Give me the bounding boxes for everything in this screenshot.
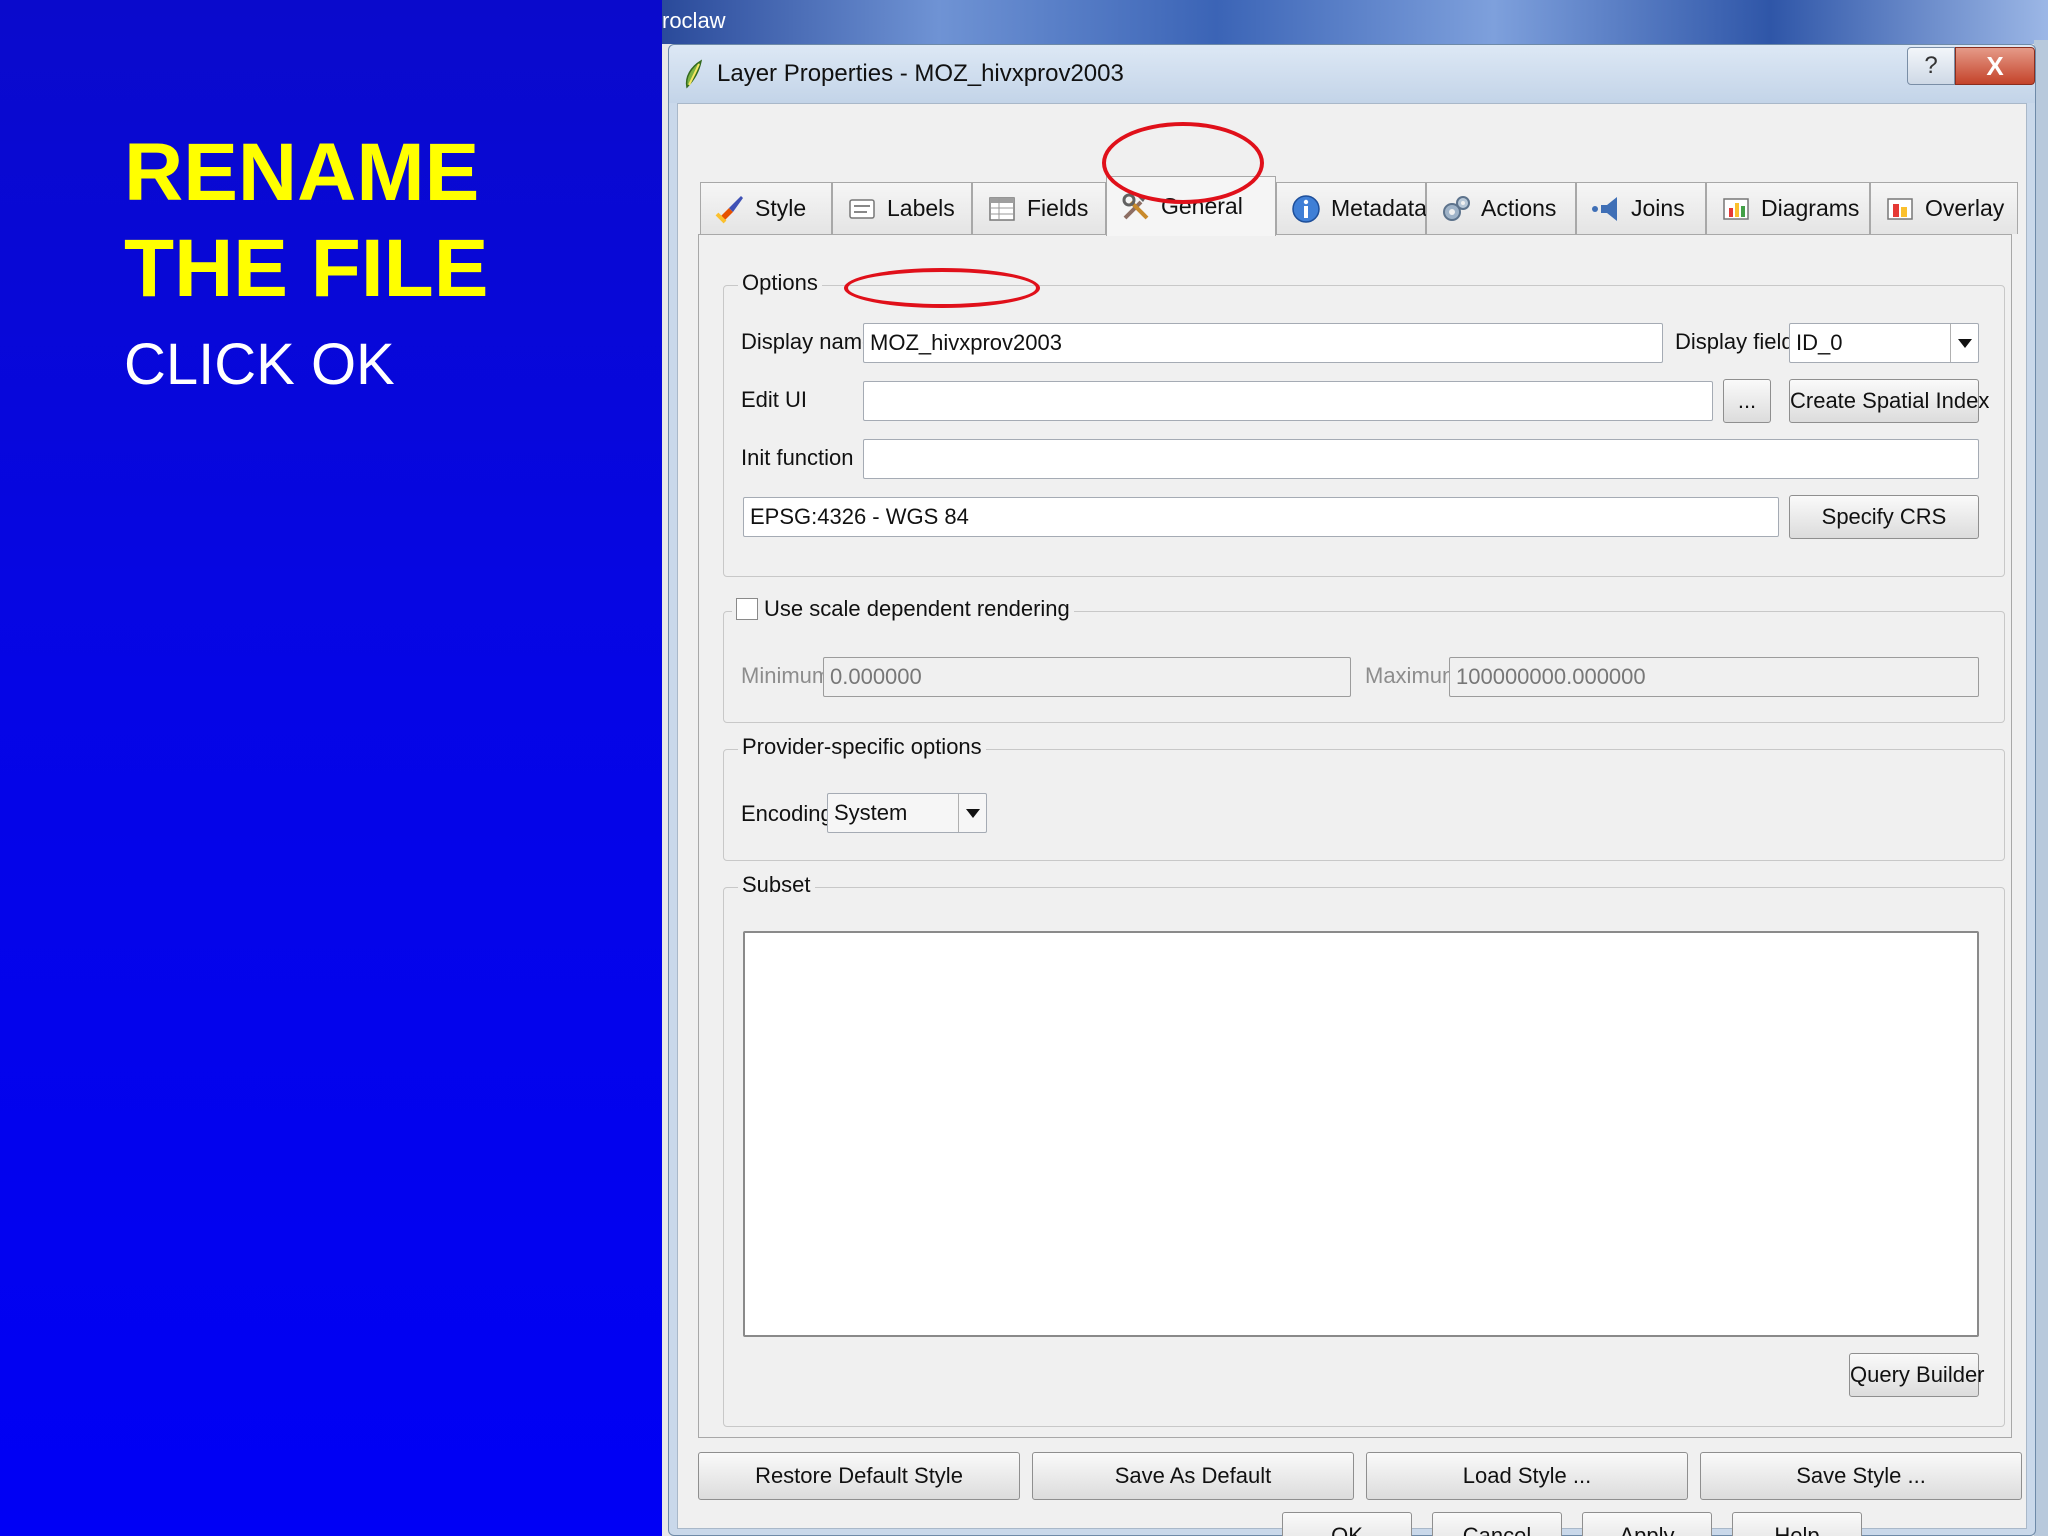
diagram-icon (1723, 197, 1749, 220)
tab-labels[interactable]: Labels (832, 182, 972, 234)
display-field-label: Display field (1675, 329, 1794, 354)
speaker-icon (1592, 196, 1617, 221)
tab-label: General (1161, 193, 1243, 219)
tools-icon (1122, 193, 1149, 219)
ok-button[interactable]: OK (1282, 1512, 1412, 1536)
tab-label: Metadata (1331, 195, 1427, 221)
save-style-button[interactable]: Save Style ... (1700, 1452, 2022, 1500)
scale-checkbox[interactable] (736, 598, 758, 620)
tab-label: Joins (1631, 195, 1685, 221)
save-as-default-button[interactable]: Save As Default (1032, 1452, 1354, 1500)
maximum-scale-input[interactable]: 100000000.000000 (1449, 657, 1979, 697)
background-app-title: roclaw (662, 8, 726, 33)
slide-subtitle: CLICK OK (124, 332, 395, 397)
cancel-button[interactable]: Cancel (1432, 1512, 1562, 1536)
tab-actions[interactable]: Actions (1426, 182, 1576, 234)
load-style-button[interactable]: Load Style ... (1366, 1452, 1688, 1500)
encoding-label: Encoding (741, 801, 833, 826)
tab-label: Fields (1027, 195, 1089, 221)
overlay-icon (1887, 197, 1913, 220)
create-spatial-index-button[interactable]: Create Spatial Index (1789, 379, 1989, 423)
tab-overlay[interactable]: Overlay (1870, 182, 2018, 234)
subset-group-title: Subset (738, 872, 815, 898)
tab-label: Overlay (1925, 195, 2005, 221)
dialog-title: Layer Properties - MOZ_hivxprov2003 (717, 60, 1124, 87)
init-function-input[interactable] (863, 439, 1979, 479)
provider-group-title: Provider-specific options (738, 734, 986, 760)
display-name-label: Display name (741, 329, 875, 354)
dialog-client: Style Labels Fields General Metadata Act… (677, 103, 2027, 1536)
tab-joins[interactable]: Joins (1576, 182, 1706, 234)
minimum-label: Minimum (741, 663, 831, 688)
tab-style[interactable]: Style (700, 182, 832, 234)
background-window-titlebar: roclaw (662, 0, 2048, 44)
chevron-down-icon[interactable] (1950, 324, 1978, 362)
gears-icon (1443, 195, 1470, 221)
close-button[interactable]: X (1955, 47, 2035, 85)
general-tab-panel: Options Display name MOZ_hivxprov2003 Di… (698, 234, 2012, 1438)
tab-general[interactable]: General (1106, 176, 1276, 236)
specify-crs-button[interactable]: Specify CRS (1789, 495, 1979, 539)
display-field-select[interactable]: ID_0 (1789, 323, 1979, 363)
subset-query-textarea[interactable] (743, 931, 1979, 1337)
tab-label: Style (755, 195, 807, 221)
options-group-title: Options (738, 270, 822, 296)
query-builder-button[interactable]: Query Builder (1849, 1353, 1985, 1397)
info-icon (1292, 194, 1320, 223)
chevron-down-icon[interactable] (958, 794, 986, 832)
scale-checkbox-label[interactable]: Use scale dependent rendering (764, 596, 1070, 622)
edit-ui-label: Edit UI (741, 387, 808, 412)
scale-group-title: Use scale dependent rendering (732, 596, 1074, 622)
help-button[interactable]: Help (1732, 1512, 1862, 1536)
tab-label: Actions (1481, 195, 1557, 221)
init-function-label: Init function (741, 445, 854, 470)
crs-display: EPSG:4326 - WGS 84 (743, 497, 1779, 537)
browse-button[interactable]: ... (1723, 379, 1771, 423)
slide-title: RENAME THE FILE (124, 127, 489, 314)
background-window-edge (2034, 40, 2048, 1536)
tab-diagrams[interactable]: Diagrams (1706, 182, 1870, 234)
display-name-input[interactable]: MOZ_hivxprov2003 (863, 323, 1663, 363)
tab-metadata[interactable]: Metadata (1276, 182, 1427, 234)
tab-fields[interactable]: Fields (972, 182, 1106, 234)
maximum-label: Maximum (1365, 663, 1461, 688)
layer-properties-dialog: Layer Properties - MOZ_hivxprov2003 ? X … (668, 44, 2036, 1536)
encoding-value: System (834, 800, 908, 825)
minimum-scale-input[interactable]: 0.000000 (823, 657, 1351, 697)
help-title-button[interactable]: ? (1907, 47, 1955, 85)
table-icon (989, 196, 1015, 221)
restore-default-style-button[interactable]: Restore Default Style (698, 1452, 1020, 1500)
tab-label: Diagrams (1761, 195, 1860, 221)
edit-ui-input[interactable] (863, 381, 1713, 421)
labels-icon (849, 198, 875, 219)
slide-panel: RENAME THE FILE CLICK OK (0, 0, 662, 1536)
encoding-select[interactable]: System (827, 793, 987, 833)
tab-label: Labels (887, 195, 955, 221)
screenshot-area: roclaw Layer Properties - MOZ_hivxprov20… (662, 0, 2048, 1536)
apply-button[interactable]: Apply (1582, 1512, 1712, 1536)
display-field-value: ID_0 (1796, 330, 1843, 355)
dialog-titlebar[interactable]: Layer Properties - MOZ_hivxprov2003 ? X (669, 45, 2035, 103)
qgis-icon (685, 59, 703, 89)
paintbrush-icon (715, 195, 743, 223)
